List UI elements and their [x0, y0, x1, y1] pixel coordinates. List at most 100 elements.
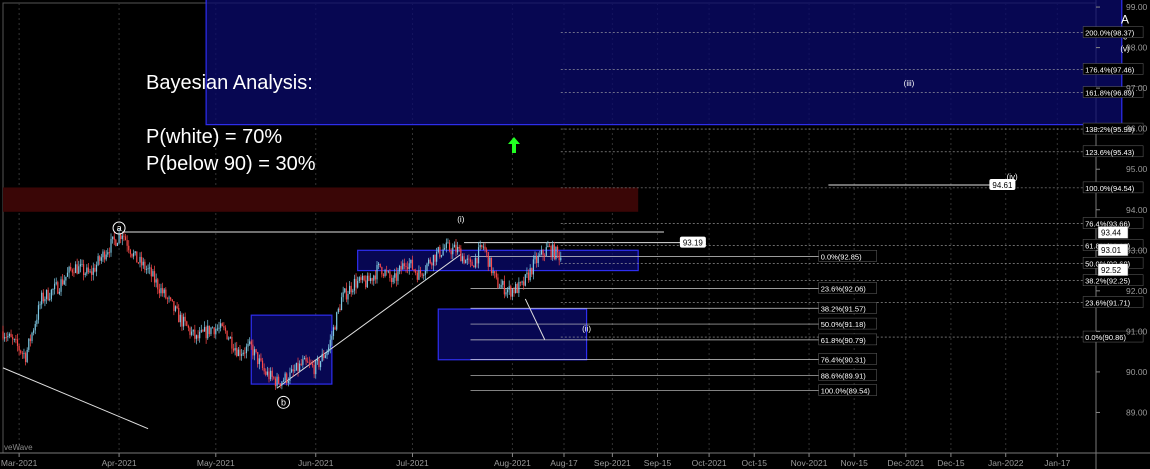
candle-body: [52, 289, 54, 290]
fib-retracement-label: 50.0%(91.18): [821, 320, 867, 329]
candle-body: [305, 357, 307, 362]
candle-body: [247, 344, 249, 347]
candle-body: [191, 331, 193, 335]
candle-body: [297, 362, 299, 372]
candle-body: [218, 327, 220, 329]
candle-body: [457, 246, 459, 253]
candle-body: [289, 372, 291, 381]
candle-body: [461, 256, 464, 262]
candle-body: [271, 370, 273, 377]
candle-body: [20, 350, 22, 353]
candle-body: [152, 271, 154, 277]
candle-body: [395, 273, 397, 281]
fib-extension-label: 123.6%(95.43): [1085, 148, 1135, 157]
candle-body: [431, 263, 433, 266]
candle-body: [371, 278, 373, 281]
candle-body: [166, 298, 169, 300]
candle-body: [134, 251, 136, 254]
y-tick-label: 89.00: [1126, 407, 1148, 417]
candle-body: [231, 336, 233, 349]
candle-body: [207, 325, 209, 339]
candle-body: [539, 254, 541, 256]
candle-body: [200, 330, 202, 332]
candle-body: [466, 258, 468, 261]
candle-body: [331, 335, 333, 340]
candle-body: [424, 270, 426, 276]
candle-body: [434, 254, 436, 262]
candle-body: [174, 306, 177, 311]
candle-body: [286, 373, 288, 383]
candle-body: [110, 238, 112, 253]
fib-retracement-label: 61.8%(90.79): [821, 336, 867, 345]
candle-body: [290, 369, 293, 373]
candle-body: [526, 272, 528, 275]
candle-body: [33, 330, 35, 333]
candle-body: [521, 281, 523, 283]
candle-body: [21, 352, 23, 354]
candle-body: [471, 261, 473, 266]
candle-body: [261, 360, 264, 368]
candle-body: [220, 323, 222, 328]
candle-body: [7, 335, 9, 338]
candle-body: [53, 283, 56, 290]
candle-body: [527, 272, 530, 281]
candle-body: [378, 263, 380, 266]
y-tick-label: 99.00: [1126, 2, 1148, 12]
y-tick-label: 95.00: [1126, 164, 1148, 174]
candle-body: [442, 249, 444, 256]
candle-body: [337, 308, 339, 313]
up-arrow-icon: [508, 137, 520, 153]
candle-body: [139, 256, 141, 263]
candle-body: [310, 362, 312, 364]
candle-body: [260, 358, 262, 361]
x-tick-label: Apr-2021: [102, 458, 137, 468]
x-tick-label: Dec-15: [937, 458, 965, 468]
candle-body: [176, 306, 178, 309]
candle-body: [171, 299, 173, 302]
resistance-price-label: 94.61: [992, 181, 1013, 190]
candle-body: [84, 273, 86, 275]
candle-body: [547, 245, 549, 248]
candle-body: [376, 265, 378, 280]
candle-body: [358, 277, 360, 282]
candle-body: [405, 266, 407, 268]
candle-body: [553, 244, 555, 259]
candle-body: [544, 255, 546, 257]
candle-body: [199, 331, 201, 339]
candle-body: [13, 339, 15, 340]
candle-body: [432, 254, 435, 266]
candle-body: [429, 259, 431, 264]
candle-body: [128, 245, 130, 251]
target-box: [437, 308, 588, 361]
candle-body: [94, 267, 96, 272]
candle-body: [534, 256, 536, 260]
x-tick-label: Jun-2021: [298, 458, 334, 468]
candle-body: [10, 333, 12, 338]
candle-body: [42, 292, 44, 302]
candle-body: [284, 373, 286, 381]
resistance-price-label: 93.19: [683, 239, 704, 248]
candle-body: [215, 328, 217, 335]
candle-body: [524, 274, 526, 286]
candle-body: [439, 247, 441, 257]
x-tick-label: Jan-2022: [988, 458, 1024, 468]
x-tick-label: Nov-15: [840, 458, 868, 468]
y-tick-label: 98.00: [1126, 43, 1148, 53]
candle-body: [153, 271, 156, 283]
candle-body: [187, 325, 189, 328]
y-tick-label: 94.00: [1126, 205, 1148, 215]
candle-body: [263, 367, 265, 372]
candle-body: [394, 273, 396, 278]
candle-body: [182, 316, 185, 327]
candle-body: [477, 247, 480, 264]
candle-body: [319, 361, 322, 368]
x-tick-label: Oct-15: [741, 458, 767, 468]
candle-body: [68, 266, 70, 273]
candle-body: [308, 362, 310, 364]
candle-body: [555, 246, 557, 259]
candle-body: [294, 370, 296, 372]
candle-body: [495, 273, 497, 278]
candle-body: [120, 234, 122, 240]
target-box: [205, 0, 1123, 126]
candle-body: [453, 244, 455, 248]
